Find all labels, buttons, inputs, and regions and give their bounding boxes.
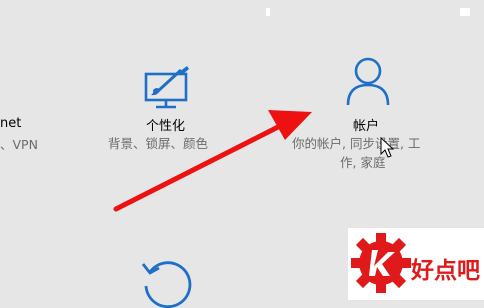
watermark-logo: 好点吧 [348,228,484,300]
gear-logo-icon [351,233,411,293]
watermark-text: 好点吧 [411,258,480,284]
mouse-pointer-icon [380,137,394,158]
